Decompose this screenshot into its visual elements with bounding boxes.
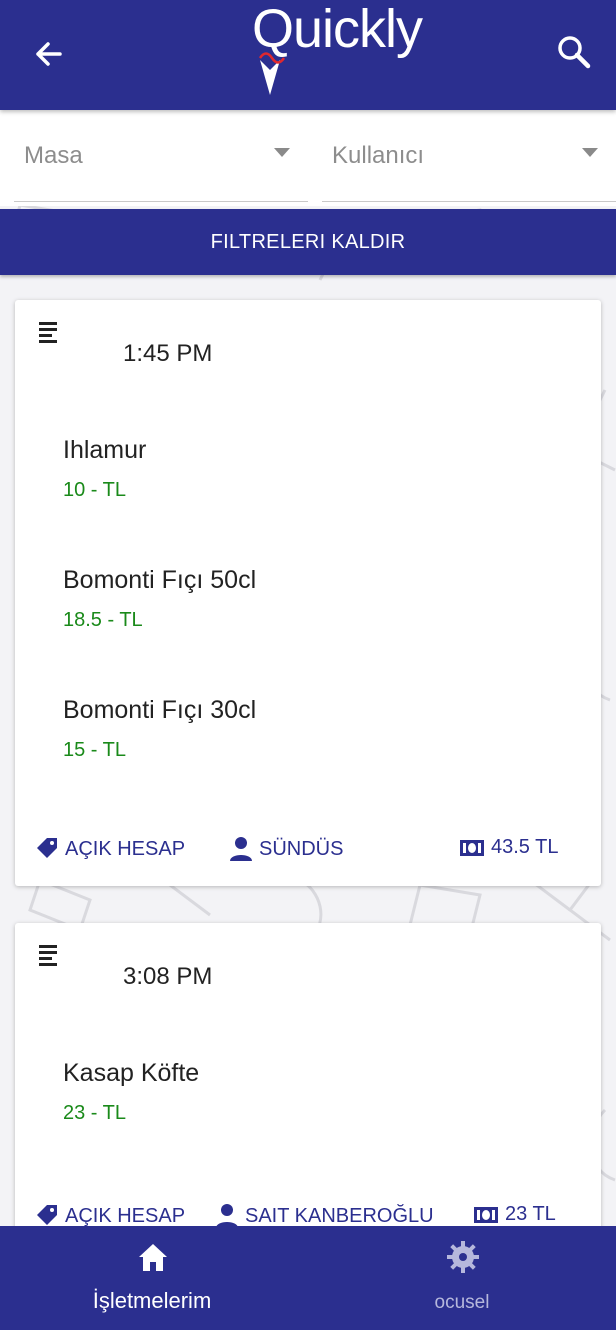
order-status-label: AÇIK HESAP	[65, 1204, 186, 1227]
item-name: Bomonti Fıçı 50cl	[63, 566, 257, 594]
arrow-left-icon[interactable]	[30, 36, 66, 72]
item-price: 10 - TL	[63, 479, 126, 501]
nav-item-businesses[interactable]: İşletmelerim	[52, 1226, 252, 1330]
home-icon	[139, 1244, 167, 1271]
list-item: Bomonti Fıçı 50cl 18.5 - TL	[63, 566, 256, 632]
user-select-label: Kullanıcı	[332, 142, 425, 169]
tag-icon	[37, 838, 57, 858]
list-item: Kasap Köfte 23 - TL	[63, 1059, 199, 1125]
filter-bar: Masa Kullanıcı	[0, 110, 616, 206]
order-total-label: 23 TL	[505, 1203, 556, 1225]
order-status-label: AÇIK HESAP	[65, 837, 186, 860]
list-item: Ihlamur 10 - TL	[63, 436, 146, 502]
item-name: Kasap Köfte	[63, 1059, 200, 1087]
item-price: 15 - TL	[63, 739, 126, 761]
order-card[interactable]: 3:08 PM Kasap Köfte 23 - TL AÇIK HESAP S…	[15, 923, 601, 1243]
notes-icon[interactable]	[39, 320, 59, 344]
chevron-down-icon	[582, 148, 598, 157]
order-user: SÜNDÜS	[229, 836, 343, 862]
person-icon	[230, 837, 252, 861]
search-icon[interactable]	[556, 34, 592, 70]
item-price: 23 - TL	[63, 1102, 126, 1124]
order-card[interactable]: 1:45 PM Ihlamur 10 - TL Bomonti Fıçı 50c…	[15, 300, 601, 886]
app-logo: Quickly	[246, 0, 423, 100]
user-select[interactable]: Kullanıcı	[322, 110, 616, 202]
nav-item-label: ocusel	[434, 1292, 490, 1313]
order-total: 43.5 TL	[459, 836, 558, 859]
order-status: AÇIK HESAP	[35, 836, 185, 862]
notes-icon[interactable]	[39, 943, 59, 967]
nav-item-settings[interactable]: ocusel	[362, 1226, 562, 1330]
item-price: 18.5 - TL	[63, 609, 143, 631]
item-name: Ihlamur	[63, 436, 147, 464]
order-time: 3:08 PM	[123, 963, 213, 990]
order-footer: AÇIK HESAP SÜNDÜS 43.5 TL	[15, 836, 601, 878]
order-user-label: SAIT KANBEROĞLU	[245, 1204, 434, 1227]
money-icon	[474, 1206, 498, 1223]
order-total-label: 43.5 TL	[491, 836, 559, 858]
table-select[interactable]: Masa	[14, 110, 308, 202]
table-select-label: Masa	[24, 142, 83, 169]
order-total: 23 TL	[473, 1203, 556, 1226]
chevron-down-icon	[274, 148, 290, 157]
order-time: 1:45 PM	[123, 340, 213, 367]
item-name: Bomonti Fıçı 30cl	[63, 696, 257, 724]
order-user-label: SÜNDÜS	[259, 837, 344, 860]
money-icon	[460, 839, 484, 856]
list-item: Bomonti Fıçı 30cl 15 - TL	[63, 696, 256, 762]
clear-filters-button[interactable]: FILTRELERI KALDIR	[0, 209, 616, 275]
app-bar: Quickly	[0, 0, 616, 110]
nav-item-label: İşletmelerim	[92, 1288, 212, 1313]
bottom-nav: İşletmelerim ocusel	[0, 1226, 616, 1330]
logo-mark	[258, 52, 286, 95]
gear-icon	[447, 1241, 479, 1273]
